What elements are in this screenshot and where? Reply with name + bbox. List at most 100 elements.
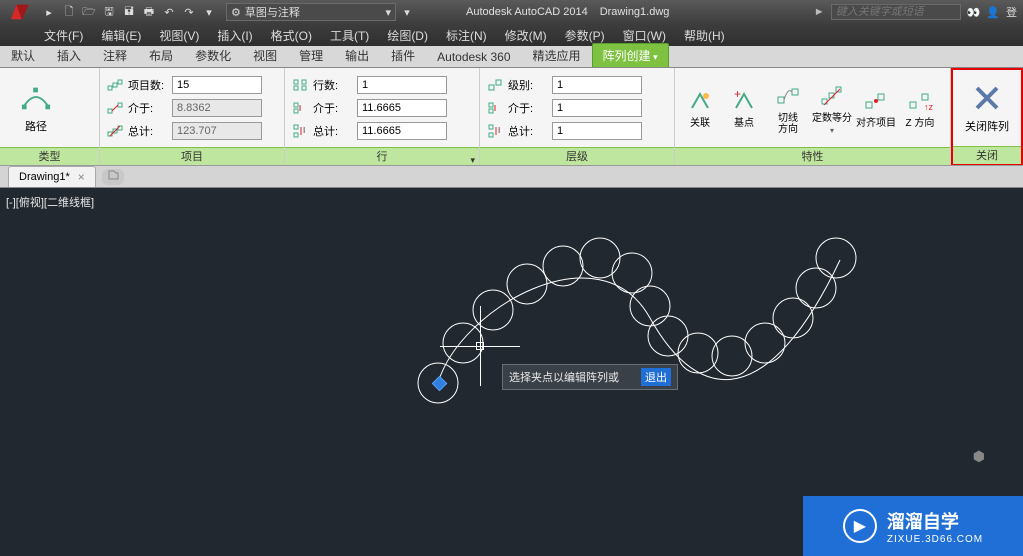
login-label[interactable]: 登 <box>1006 4 1017 20</box>
field-label: 介于: <box>128 100 168 116</box>
field-input <box>172 122 262 140</box>
field-icon <box>106 76 124 94</box>
prop-icon: + <box>729 86 759 116</box>
close-icon[interactable]: × <box>78 170 85 184</box>
quick-access-toolbar: ▸ 🗋 🗁 🖫 🖬 🖶 ↶ ↷ ▾ <box>40 3 218 21</box>
prop-icon: ↑z <box>905 86 935 116</box>
new-tab-button[interactable] <box>102 169 124 185</box>
panel-items: 项目数:介于:总计: 项目 <box>100 68 285 165</box>
ribbon-tab[interactable]: 阵列创建 ▾ <box>592 43 669 67</box>
chevron-down-icon: ▾ <box>470 151 475 169</box>
field-icon <box>291 99 309 117</box>
ribbon-tab[interactable]: 布局 <box>138 43 184 67</box>
field-icon <box>486 76 504 94</box>
document-tab[interactable]: Drawing1* × <box>8 166 96 187</box>
bino-icon[interactable]: 👀 <box>967 6 981 19</box>
prop-button[interactable]: +基点 <box>723 74 765 142</box>
field-input[interactable] <box>552 76 642 94</box>
field-label: 项目数: <box>128 77 168 93</box>
document-tab-label: Drawing1* <box>19 171 70 183</box>
viewcube-icon[interactable]: ⬢ <box>973 448 985 465</box>
prop-button[interactable]: ↑z Z 方向 <box>899 74 941 142</box>
ribbon-tab[interactable]: 管理 <box>288 43 334 67</box>
field-label: 级别: <box>508 77 548 93</box>
watermark-title: 溜溜自学 <box>887 508 959 534</box>
prop-label: 对齐项目 <box>856 118 896 129</box>
user-icon[interactable]: 👤 <box>986 6 1000 19</box>
field-input[interactable] <box>357 76 447 94</box>
close-array-button[interactable]: 关闭阵列 <box>959 74 1015 142</box>
field-icon <box>106 99 124 117</box>
path-button[interactable]: 路径 <box>6 74 66 142</box>
prop-icon <box>861 86 891 116</box>
close-array-label: 关闭阵列 <box>965 118 1009 134</box>
tooltip-text: 选择夹点以编辑阵列或 <box>509 369 619 385</box>
field-label: 总计: <box>313 123 353 139</box>
panel-levels: 级别:介于:I总计: 层级 <box>480 68 675 165</box>
prop-button[interactable]: 关联 <box>679 74 721 142</box>
prop-button[interactable]: 对齐项目 <box>855 74 897 142</box>
field-input[interactable] <box>357 99 447 117</box>
play-icon: ▶ <box>843 509 877 543</box>
chevron-down-icon: ▾ <box>385 6 391 19</box>
search-play-icon[interactable]: ► <box>814 6 825 18</box>
prop-label: Z 方向 <box>906 118 935 129</box>
new-icon[interactable]: ▸ <box>40 3 58 21</box>
tooltip-exit[interactable]: 退出 <box>641 368 671 386</box>
field-input[interactable] <box>552 122 642 140</box>
field-icon <box>106 122 124 140</box>
saveas-icon[interactable]: 🖬 <box>120 3 138 21</box>
panel-props-title: 特性 <box>675 147 950 165</box>
prop-icon <box>773 81 803 111</box>
title-bar: ▸ 🗋 🗁 🖫 🖬 🖶 ↶ ↷ ▾ ⚙ 草图与注释 ▾ ▾ Autodesk A… <box>0 0 1023 24</box>
workspace-more-icon[interactable]: ▾ <box>398 3 416 21</box>
field-input[interactable] <box>172 76 262 94</box>
field-label: 总计: <box>508 123 548 139</box>
panel-rows-title[interactable]: 行▾ <box>285 147 479 165</box>
prop-button[interactable]: 切线方向 <box>767 74 809 142</box>
ribbon-tab[interactable]: 视图 <box>242 43 288 67</box>
ribbon-tab[interactable]: Autodesk 360 <box>426 46 521 67</box>
workspace-label: 草图与注释 <box>245 4 300 20</box>
search-input[interactable] <box>831 4 961 20</box>
ribbon-tab[interactable]: 插件 <box>380 43 426 67</box>
save-icon[interactable]: 🖫 <box>100 3 118 21</box>
canvas[interactable]: [-][俯视][二维线框] 选择夹点以编辑阵列或 退出 ⬢ ▶ 溜溜自学 ZIX… <box>0 188 1023 556</box>
field-input[interactable] <box>552 99 642 117</box>
new-file-icon[interactable]: 🗋 <box>60 3 78 21</box>
panel-props: 关联 +基点切线方向定数等分 ▾对齐项目 ↑z Z 方向 特性 <box>675 68 951 165</box>
ribbon-tab[interactable]: 注释 <box>92 43 138 67</box>
path-icon <box>20 82 52 114</box>
field-label: 总计: <box>128 123 168 139</box>
ribbon-body: 路径 类型 项目数:介于:总计: 项目 行数:介于:I总计: 行▾ 级别:介于:… <box>0 68 1023 166</box>
undo-icon[interactable]: ↶ <box>160 3 178 21</box>
ribbon-tab[interactable]: 插入 <box>46 43 92 67</box>
ribbon-tab[interactable]: 默认 <box>0 43 46 67</box>
ribbon-tab[interactable]: 输出 <box>334 43 380 67</box>
panel-type-title: 类型 <box>0 147 99 165</box>
svg-text:I: I <box>498 126 500 135</box>
panel-levels-title: 层级 <box>480 147 674 165</box>
menu-item[interactable]: 标注(N) <box>438 25 495 46</box>
ribbon-tab[interactable]: 精选应用 <box>522 43 592 67</box>
doc-name: Drawing1.dwg <box>600 6 670 18</box>
app-product: Autodesk AutoCAD 2014 <box>466 6 588 18</box>
field-label: 介于: <box>313 100 353 116</box>
redo-icon[interactable]: ↷ <box>180 3 198 21</box>
prop-icon <box>817 81 847 111</box>
field-icon: I <box>486 122 504 140</box>
app-logo[interactable] <box>6 2 34 22</box>
field-input[interactable] <box>357 122 447 140</box>
prop-label: 关联 <box>690 118 710 129</box>
watermark-url: ZIXUE.3D66.COM <box>887 534 983 545</box>
prop-button[interactable]: 定数等分 ▾ <box>811 74 853 142</box>
qat-more-icon[interactable]: ▾ <box>200 3 218 21</box>
prop-icon <box>685 86 715 116</box>
pick-box <box>476 342 484 350</box>
plot-icon[interactable]: 🖶 <box>140 3 158 21</box>
open-icon[interactable]: 🗁 <box>80 3 98 21</box>
ribbon-tab[interactable]: 参数化 <box>184 43 242 67</box>
field-label: 行数: <box>313 77 353 93</box>
workspace-dropdown[interactable]: ⚙ 草图与注释 ▾ <box>226 3 396 21</box>
menu-item[interactable]: 帮助(H) <box>676 25 733 46</box>
